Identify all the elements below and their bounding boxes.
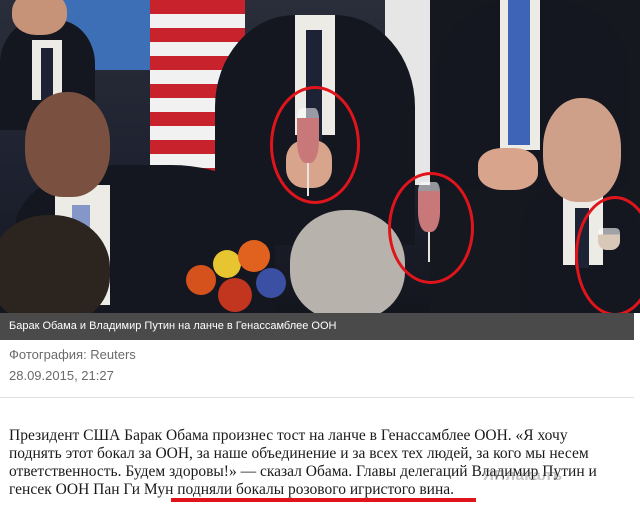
putin-head [543, 98, 621, 202]
photo-caption: Барак Обама и Владимир Путин на ланче в … [9, 320, 337, 332]
photo-source: Фотография: Reuters [9, 347, 136, 362]
divider [0, 397, 634, 398]
flower [213, 250, 241, 278]
article-line: Президент США Барак Обама произнес тост … [9, 427, 568, 444]
article-body: Президент США Барак Обама произнес тост … [9, 427, 629, 499]
photo-caption-bar: Барак Обама и Владимир Путин на ланче в … [0, 313, 634, 340]
flower-arrangement [178, 240, 298, 313]
person-top-right-tie [508, 0, 530, 145]
highlight-circle-obama-glass [388, 172, 474, 284]
person-top-left-tie [41, 48, 53, 100]
flower [256, 268, 286, 298]
flower [218, 278, 252, 312]
highlight-circle-center-glass [270, 86, 360, 204]
news-photo[interactable] [0, 0, 640, 313]
person-top-right-hands [478, 148, 538, 190]
flower [238, 240, 270, 272]
person-top-left-head [12, 0, 67, 35]
article-line: поднять этот бокал за ООН, за наше объед… [9, 445, 589, 462]
site-watermark: ЯПлакалъ [483, 467, 563, 484]
publish-date: 28.09.2015, 21:27 [9, 368, 114, 383]
obama-head [25, 92, 110, 197]
flower [186, 265, 216, 295]
red-underline-highlight [171, 498, 476, 502]
